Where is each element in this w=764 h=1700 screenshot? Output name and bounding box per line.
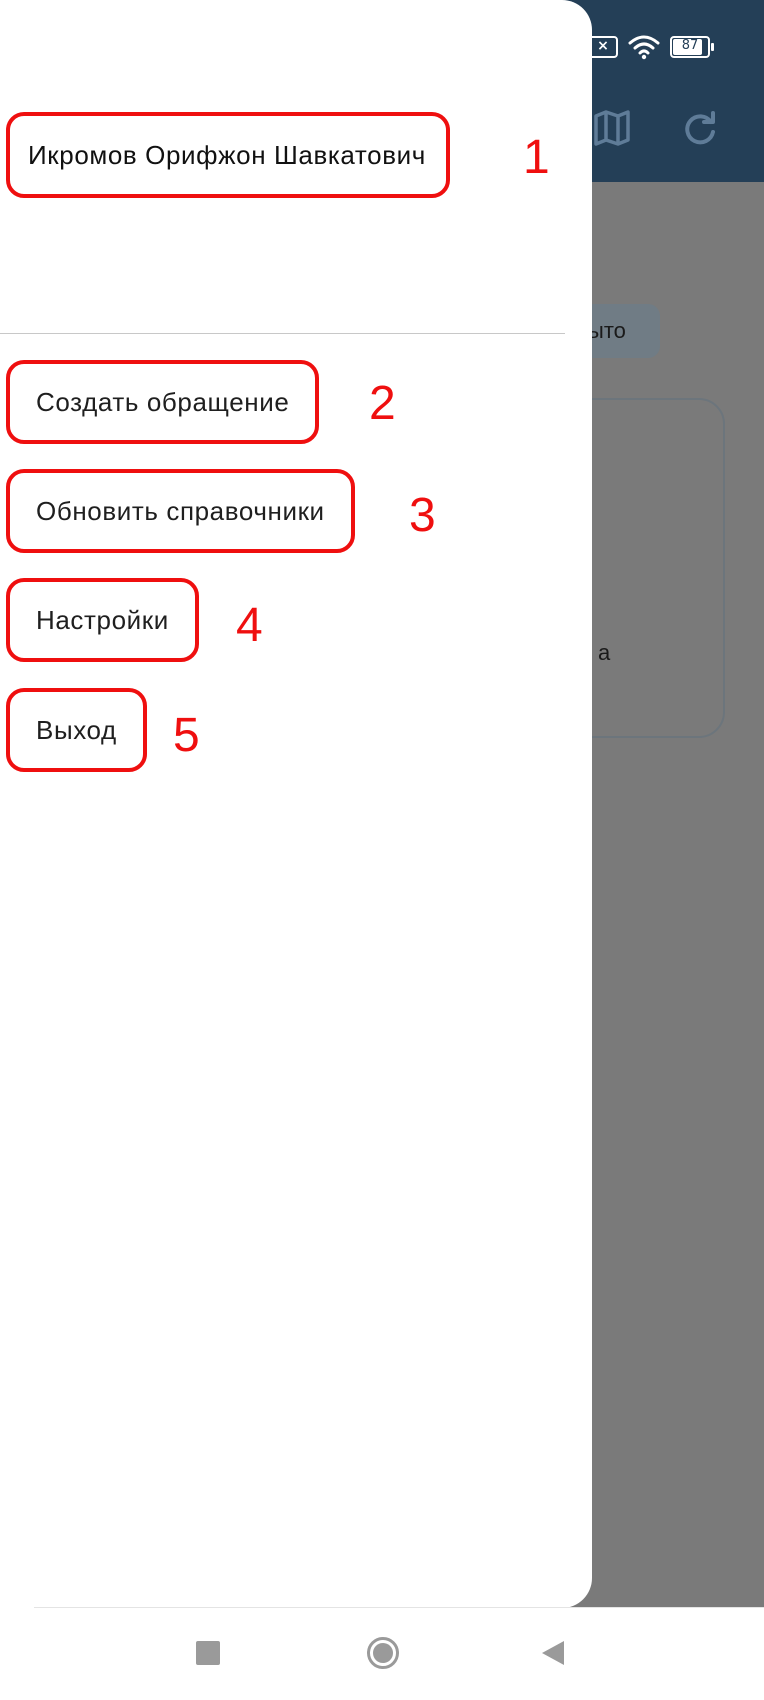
- drawer-divider: [0, 333, 565, 334]
- annotation-marker-3: 3: [409, 489, 436, 542]
- update-directories-menu-item[interactable]: Обновить справочники: [6, 469, 355, 553]
- settings-menu-item[interactable]: Настройки: [6, 578, 199, 662]
- background-card-text: а: [598, 640, 611, 665]
- navigation-drawer: Икромов Орифжон Шавкатович Создать обращ…: [0, 0, 592, 1608]
- create-request-menu-item[interactable]: Создать обращение: [6, 360, 320, 444]
- nav-bar-divider: [34, 1607, 764, 1608]
- battery-icon: 87: [670, 36, 714, 58]
- annotation-marker-1: 1: [523, 131, 550, 184]
- annotation-marker-2: 2: [369, 377, 396, 430]
- annotation-marker-4: 4: [236, 599, 263, 652]
- sim-no-signal-icon: ×: [588, 36, 618, 58]
- home-icon[interactable]: [366, 1636, 400, 1670]
- battery-level: 87: [681, 38, 699, 53]
- map-icon[interactable]: [592, 108, 632, 148]
- annotation-marker-5: 5: [173, 709, 200, 762]
- recent-apps-icon[interactable]: [196, 1641, 220, 1665]
- refresh-icon[interactable]: [680, 108, 720, 148]
- logout-menu-item[interactable]: Выход: [6, 688, 147, 772]
- wifi-icon: [628, 34, 660, 60]
- status-bar: × 87: [588, 34, 714, 60]
- drawer-user-name: Икромов Орифжон Шавкатович: [6, 112, 450, 198]
- back-icon[interactable]: [540, 1639, 566, 1667]
